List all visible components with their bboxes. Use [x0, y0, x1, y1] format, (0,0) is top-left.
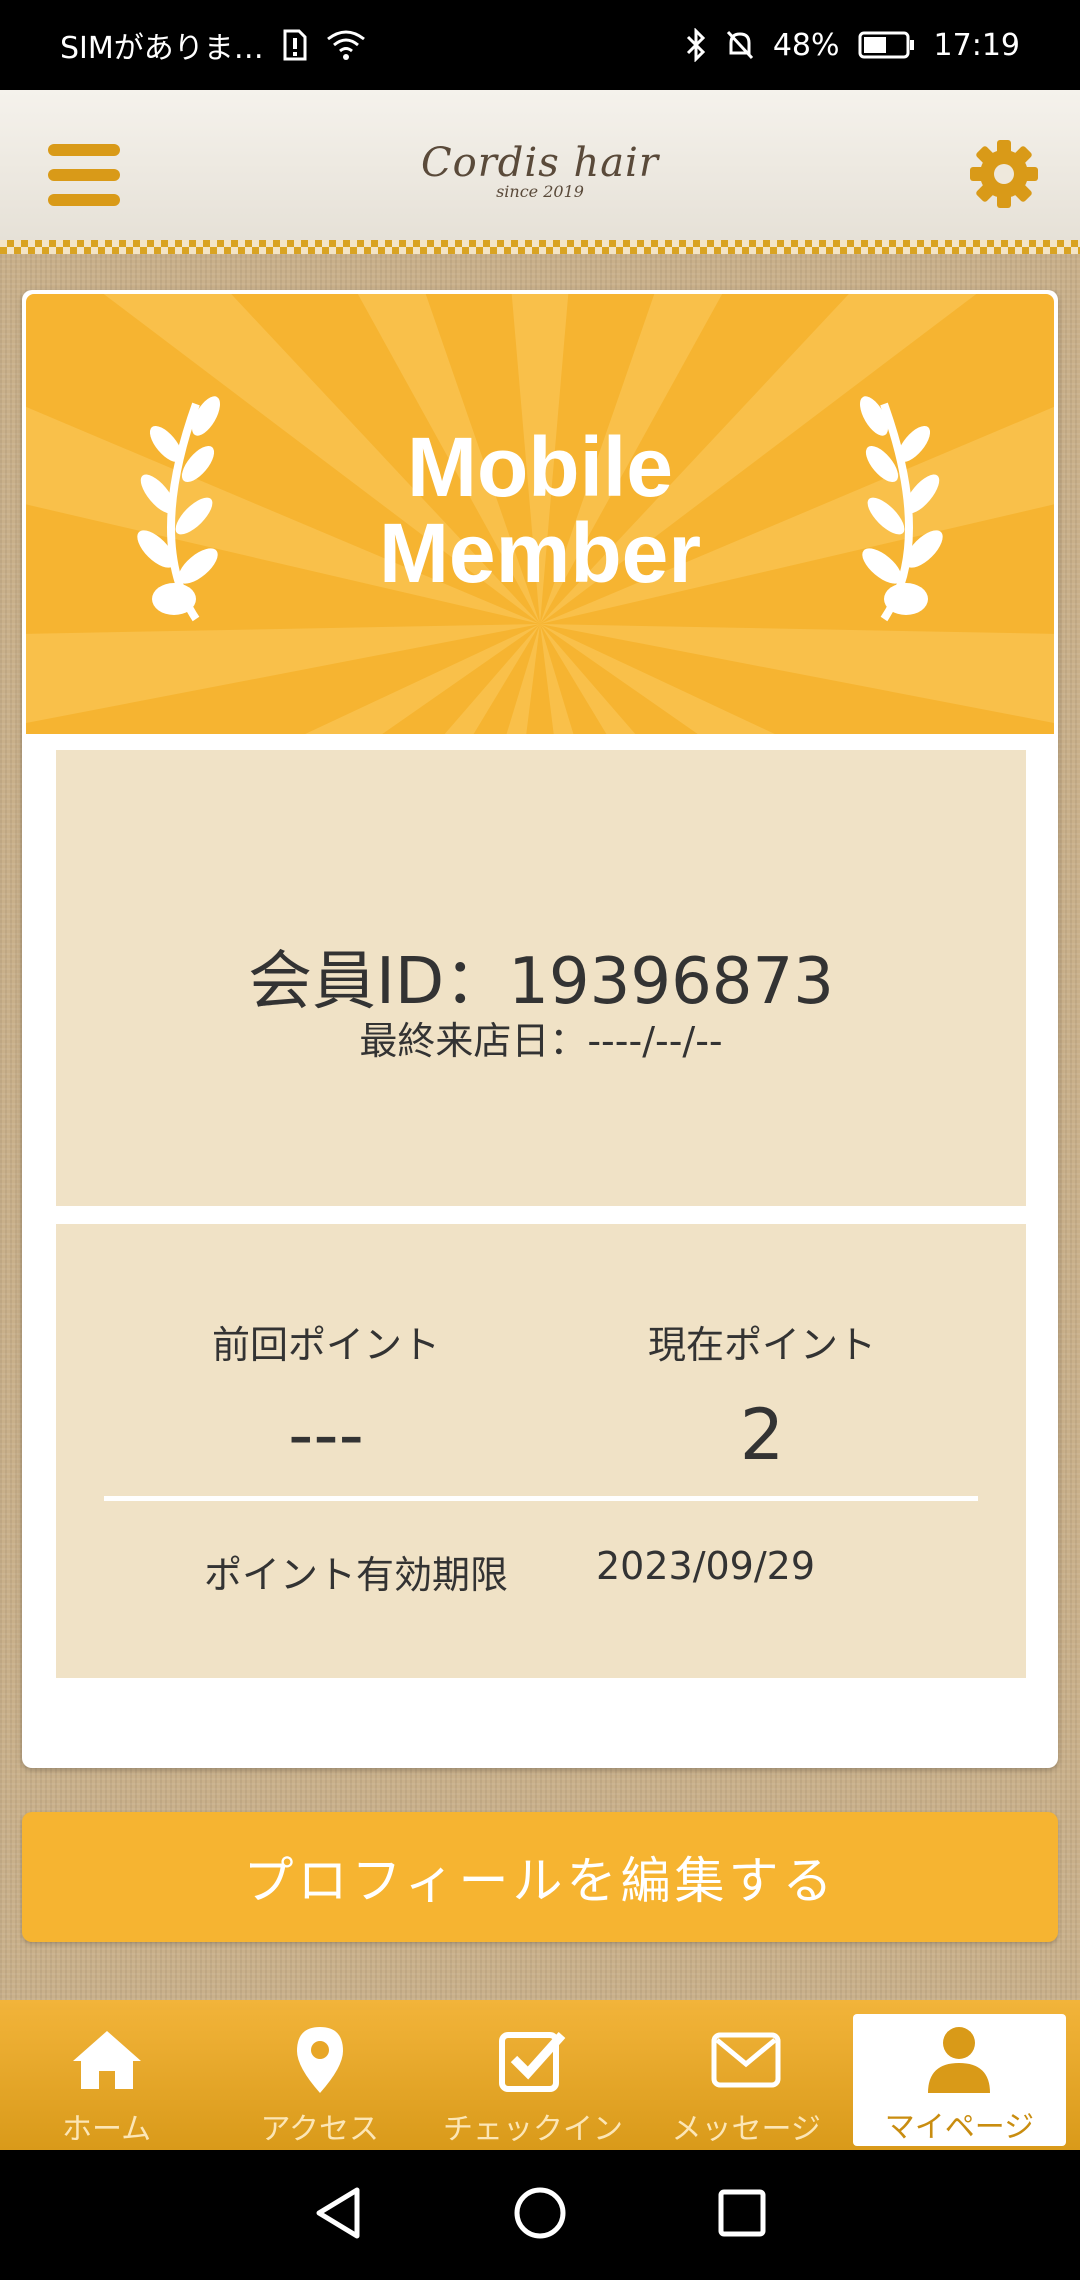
location-pin-icon [295, 2020, 345, 2100]
sim-alert-icon [282, 29, 308, 61]
bluetooth-icon [685, 28, 707, 62]
previous-points-value: --- [288, 1394, 364, 1476]
tab-access[interactable]: アクセス [213, 2000, 426, 2150]
points-expiry-label: ポイント有効期限 [203, 1553, 508, 1597]
checkbox-icon [498, 2020, 568, 2100]
battery-icon [858, 30, 916, 60]
tab-mypage[interactable]: マイページ [852, 2014, 1067, 2146]
home-icon [69, 2020, 145, 2100]
member-banner: Mobile Member [26, 294, 1054, 734]
header-divider [0, 240, 1080, 254]
user-icon [926, 2022, 992, 2098]
brand-since: since 2019 [496, 182, 584, 201]
banner-line1: Mobile [407, 420, 673, 514]
current-points-label: 現在ポイント [647, 1323, 876, 1367]
home-circle-icon[interactable] [513, 2186, 567, 2244]
brand-name: Cordis hair [421, 140, 659, 186]
recents-icon[interactable] [717, 2188, 767, 2242]
bottom-tab-bar: ホーム アクセス チェックイン メッセージ マイページ [0, 2000, 1080, 2150]
tab-checkin-label: チェックイン [443, 2112, 623, 2147]
battery-percent: 48% [772, 27, 840, 63]
previous-points-label: 前回ポイント [211, 1323, 440, 1367]
member-card: Mobile Member 会員ID：19396873 最終来店日：----/-… [22, 290, 1058, 1768]
back-icon[interactable] [313, 2186, 363, 2244]
points-panel: 前回ポイント --- 現在ポイント 2 ポイント有効期限 2023/09/29 [56, 1224, 1026, 1678]
mute-bell-icon [725, 29, 755, 61]
gear-icon[interactable] [968, 138, 1040, 210]
member-id-panel: 会員ID：19396873 最終来店日：----/--/-- [56, 750, 1026, 1206]
tab-message-label: メッセージ [671, 2112, 821, 2147]
tab-home[interactable]: ホーム [0, 2000, 213, 2150]
banner-title: Mobile Member [26, 424, 1054, 596]
member-id: 会員ID：19396873 [248, 945, 834, 1019]
app-header: Cordis hair since 2019 [0, 90, 1080, 250]
banner-line2: Member [378, 506, 702, 600]
clock: 17:19 [933, 27, 1020, 63]
status-bar: SIMがありま… 48% 17:19 [0, 0, 1080, 90]
tab-checkin[interactable]: チェックイン [426, 2000, 639, 2150]
carrier-text: SIMがありま… [60, 31, 264, 66]
envelope-icon [711, 2020, 781, 2100]
edit-profile-button[interactable]: プロフィールを編集する [22, 1812, 1058, 1942]
tab-home-label: ホーム [62, 2112, 152, 2147]
points-expiry-value: 2023/09/29 [596, 1544, 816, 1588]
wifi-icon [326, 29, 366, 61]
system-nav-bar [0, 2150, 1080, 2280]
tab-mypage-label: マイページ [884, 2110, 1035, 2145]
last-visit-date: 最終来店日：----/--/-- [359, 1019, 723, 1063]
tab-access-label: アクセス [260, 2112, 380, 2147]
tab-message[interactable]: メッセージ [640, 2000, 853, 2150]
brand-logo: Cordis hair since 2019 [0, 140, 1080, 201]
current-points-value: 2 [739, 1394, 785, 1476]
points-divider [104, 1496, 978, 1501]
